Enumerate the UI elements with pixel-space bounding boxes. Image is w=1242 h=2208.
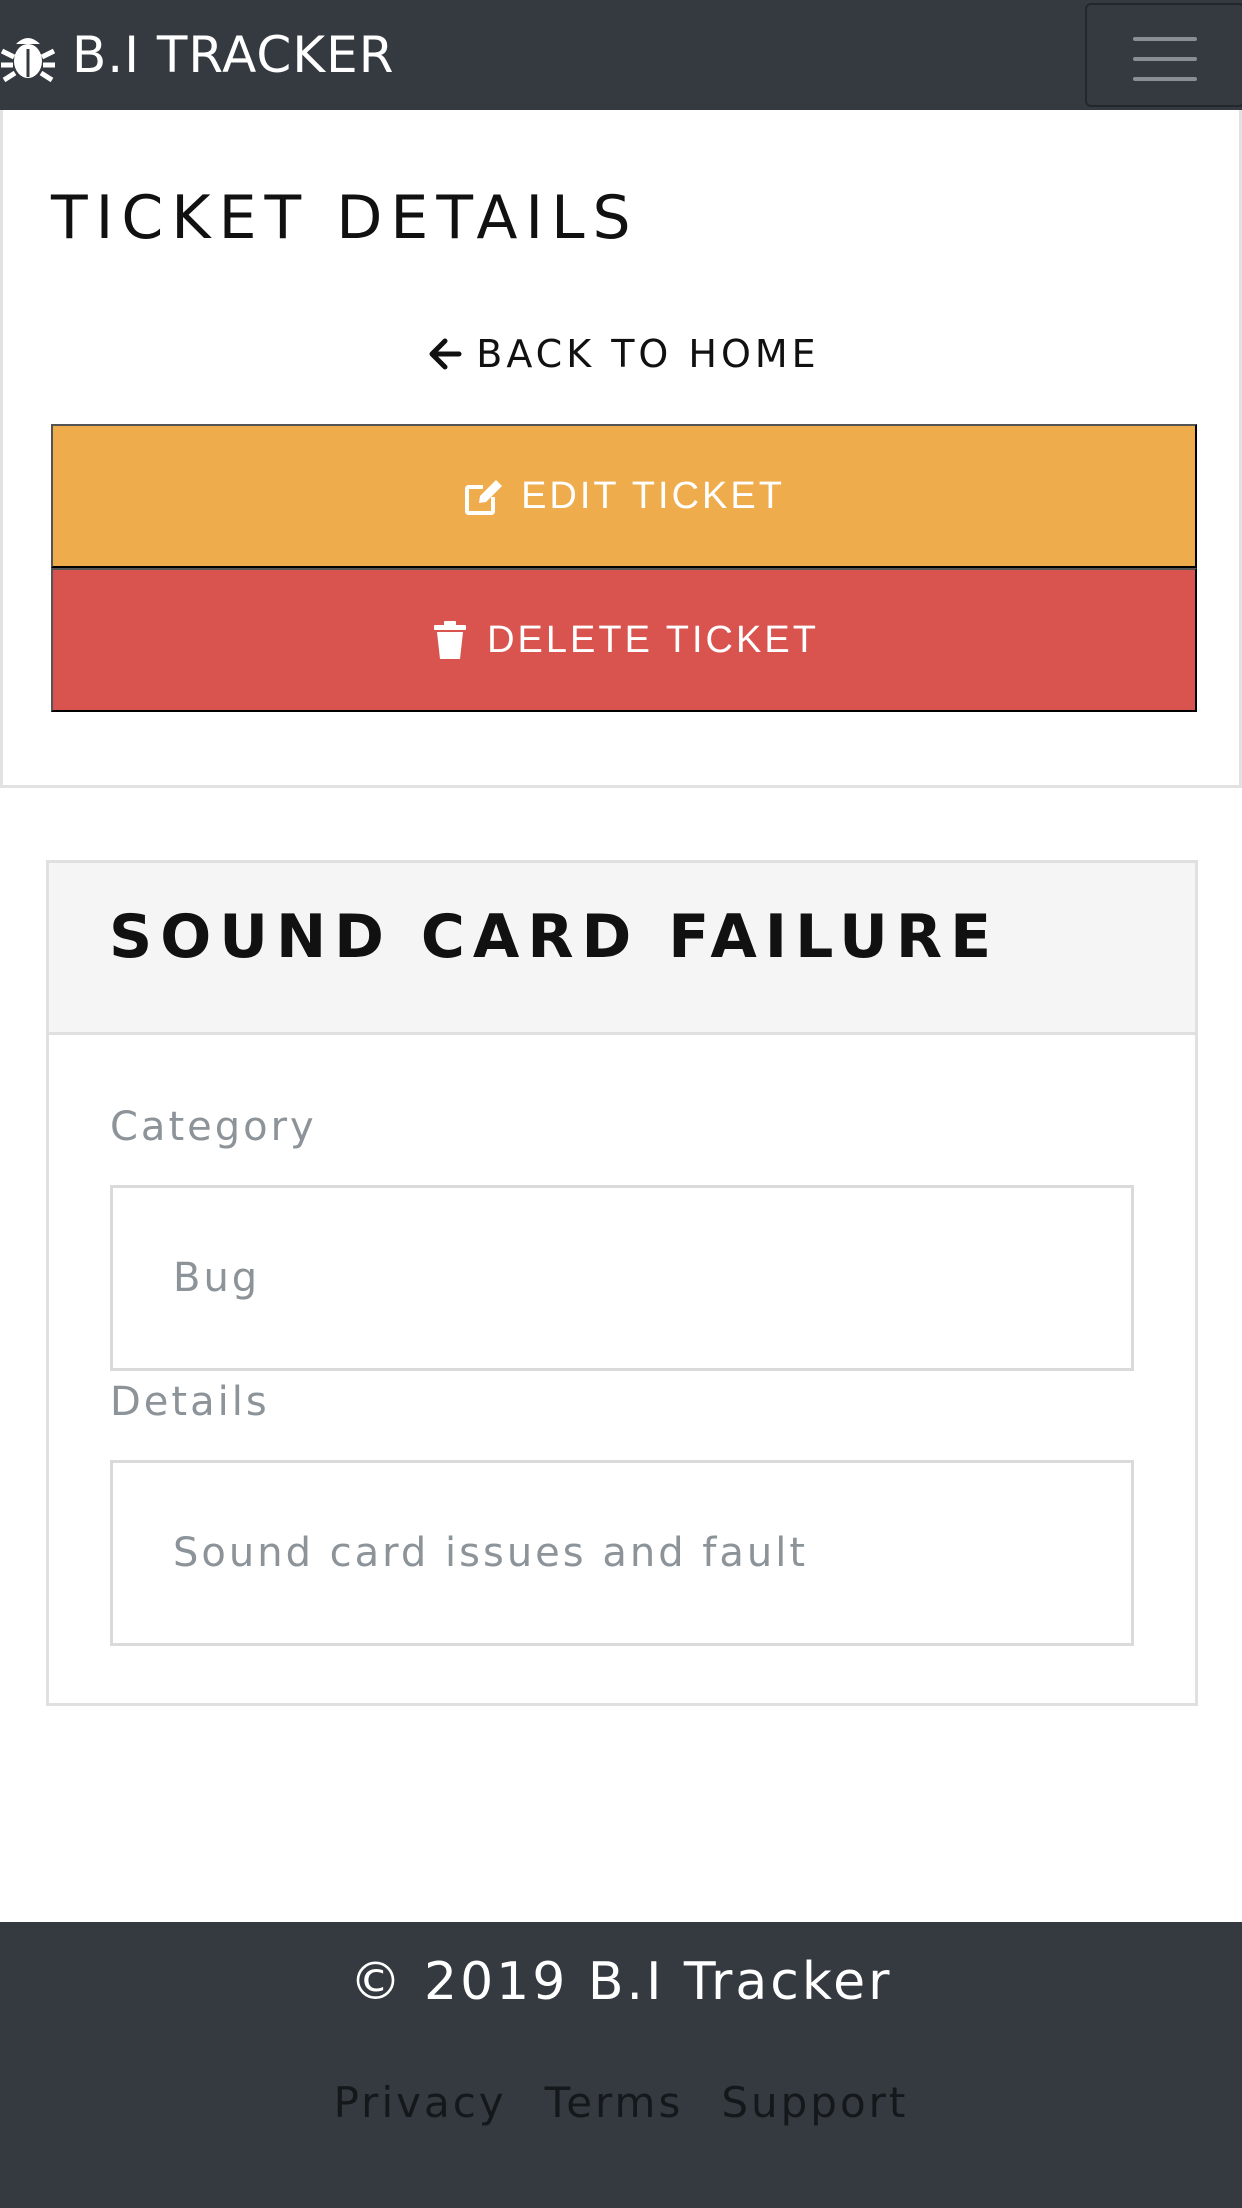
hamburger-menu-icon bbox=[1133, 37, 1197, 81]
brand-text: B.I TRACKER bbox=[72, 26, 395, 84]
ticket-actions-card: TICKET DETAILS BACK TO HOME EDIT TICKET … bbox=[0, 110, 1242, 788]
back-to-home-link[interactable]: BACK TO HOME bbox=[3, 332, 1242, 376]
trash-icon bbox=[434, 621, 467, 659]
details-value: Sound card issues and fault bbox=[173, 1530, 809, 1576]
navbar-toggler-button[interactable] bbox=[1085, 3, 1242, 107]
page-title: TICKET DETAILS bbox=[51, 183, 639, 253]
ticket-card: SOUND CARD FAILURE Category Bug Details … bbox=[46, 860, 1198, 1706]
category-value: Bug bbox=[173, 1255, 261, 1301]
ticket-title: SOUND CARD FAILURE bbox=[109, 902, 1000, 972]
footer-link-terms[interactable]: Terms bbox=[545, 2082, 684, 2124]
category-label: Category bbox=[110, 1104, 317, 1150]
ticket-card-header: SOUND CARD FAILURE bbox=[49, 863, 1195, 1035]
edit-ticket-button[interactable]: EDIT TICKET bbox=[51, 424, 1197, 568]
footer: © 2019 B.I Tracker Privacy Terms Support bbox=[0, 1922, 1242, 2208]
copyright-text: © 2019 B.I Tracker bbox=[349, 1952, 893, 2012]
back-to-home-label: BACK TO HOME bbox=[476, 332, 820, 376]
edit-icon bbox=[465, 480, 503, 515]
delete-ticket-button[interactable]: DELETE TICKET bbox=[51, 568, 1197, 712]
edit-ticket-label: EDIT TICKET bbox=[521, 474, 785, 517]
details-label: Details bbox=[110, 1379, 270, 1425]
navbar: B.I TRACKER bbox=[0, 0, 1242, 110]
footer-links: Privacy Terms Support bbox=[0, 2082, 1242, 2124]
arrow-left-icon bbox=[429, 338, 462, 370]
brand-link[interactable]: B.I TRACKER bbox=[0, 20, 394, 90]
delete-ticket-label: DELETE TICKET bbox=[487, 618, 819, 661]
bug-icon bbox=[0, 38, 56, 83]
category-field[interactable]: Bug bbox=[110, 1185, 1134, 1371]
footer-link-privacy[interactable]: Privacy bbox=[334, 2082, 507, 2124]
details-field[interactable]: Sound card issues and fault bbox=[110, 1460, 1134, 1646]
footer-link-support[interactable]: Support bbox=[721, 2082, 908, 2124]
